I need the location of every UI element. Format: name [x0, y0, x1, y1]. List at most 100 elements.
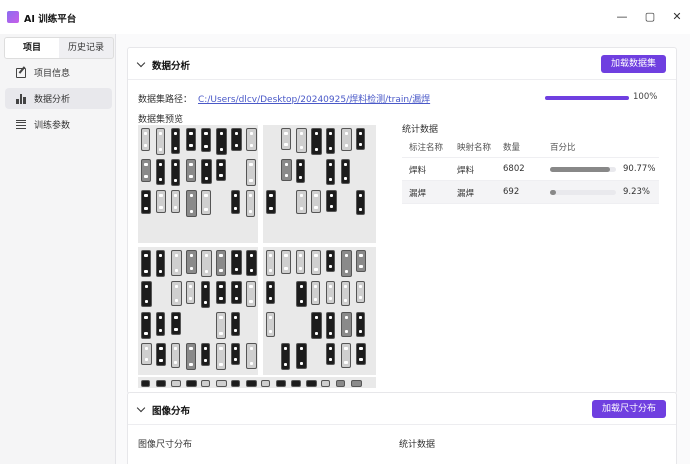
- bar-chart-icon: [16, 93, 27, 104]
- component-chip: [326, 128, 335, 154]
- component-chip: [171, 128, 180, 154]
- component-chip: [231, 190, 240, 214]
- component-chip: [171, 190, 180, 213]
- component-chip: [266, 250, 275, 276]
- component-chip: [216, 312, 226, 339]
- component-chip: [156, 380, 166, 387]
- component-chip: [186, 128, 196, 151]
- distribution-stats-label: 统计数据: [399, 440, 436, 450]
- component-chip: [171, 380, 181, 387]
- tab-project[interactable]: 项目: [5, 38, 59, 58]
- component-chip: [141, 190, 151, 214]
- component-chip: [201, 128, 211, 152]
- component-chip: [141, 312, 151, 339]
- dataset-path-label: 数据集路径：: [138, 95, 193, 105]
- component-chip: [171, 250, 182, 276]
- app-title: AI 训练平台: [24, 14, 77, 25]
- chevron-down-icon[interactable]: [136, 58, 146, 68]
- component-chip: [246, 128, 257, 151]
- component-chip: [156, 159, 165, 185]
- load-progress-bar: [545, 96, 629, 100]
- sidebar-item-data-analysis[interactable]: 数据分析: [5, 88, 112, 109]
- component-chip: [351, 380, 362, 387]
- component-chip: [261, 380, 270, 387]
- component-chip: [341, 281, 350, 306]
- component-chip: [321, 380, 330, 387]
- component-chip: [291, 380, 301, 387]
- component-chip: [231, 312, 240, 336]
- component-chip: [281, 128, 291, 150]
- dataset-preview-image: [138, 125, 376, 388]
- component-chip: [281, 343, 290, 370]
- component-chip: [141, 380, 150, 387]
- tab-history[interactable]: 历史记录: [59, 38, 113, 58]
- sidebar-item-label: 项目信息: [34, 69, 71, 79]
- dataset-path-row: 数据集路径： C:/Users/dlcv/Desktop/20240925/焊料检…: [138, 92, 430, 105]
- table-row[interactable]: 漏焊 漏焊 692 9.23%: [402, 181, 659, 204]
- component-chip: [231, 128, 242, 151]
- component-chip: [231, 380, 240, 387]
- component-chip: [341, 159, 350, 184]
- component-chip: [356, 343, 366, 365]
- component-chip: [156, 128, 165, 155]
- sidebar-item-project-info[interactable]: 项目信息: [5, 62, 112, 83]
- component-chip: [186, 250, 197, 274]
- component-chip: [216, 343, 226, 370]
- main-content: 数据分析 加载数据集 数据集路径： C:/Users/dlcv/Desktop/2…: [116, 34, 690, 464]
- component-chip: [186, 281, 195, 304]
- app-logo-icon: [7, 11, 19, 23]
- panel-header[interactable]: 图像分布 加载尺寸分布: [128, 393, 676, 425]
- component-chip: [326, 343, 335, 365]
- component-chip: [246, 159, 256, 186]
- component-chip: [281, 159, 292, 181]
- component-chip: [216, 281, 226, 304]
- table-row[interactable]: 焊料 焊料 6802 90.77%: [402, 158, 659, 181]
- progress-fill: [545, 96, 629, 100]
- panel-title: 数据分析: [152, 61, 191, 72]
- sidebar-item-train-params[interactable]: 训练参数: [5, 114, 112, 135]
- column-header: 数量: [503, 143, 521, 153]
- percent-bar: [550, 167, 616, 172]
- component-chip: [171, 159, 180, 186]
- label-name: 焊料: [409, 166, 427, 176]
- progress-text: 100%: [633, 92, 658, 102]
- component-chip: [296, 159, 305, 183]
- component-chip: [326, 159, 335, 185]
- component-chip: [141, 128, 150, 151]
- maximize-icon[interactable]: ▢: [641, 8, 659, 26]
- component-chip: [326, 281, 335, 304]
- dataset-path-link[interactable]: C:/Users/dlcv/Desktop/20240925/焊料检测/trai…: [198, 95, 430, 105]
- component-chip: [141, 281, 152, 307]
- load-dataset-button[interactable]: 加载数据集: [600, 55, 666, 73]
- component-chip: [216, 380, 227, 387]
- load-size-distribution-button[interactable]: 加载尺寸分布: [591, 400, 666, 418]
- chevron-down-icon[interactable]: [136, 403, 146, 413]
- component-chip: [356, 281, 365, 303]
- component-chip: [311, 190, 321, 213]
- component-chip: [231, 281, 242, 304]
- component-chip: [246, 380, 257, 387]
- component-chip: [306, 380, 317, 387]
- component-chip: [341, 343, 351, 368]
- component-chip: [171, 281, 182, 306]
- panel-title: 图像分布: [152, 406, 191, 417]
- component-chip: [216, 159, 226, 181]
- size-distribution-label: 图像尺寸分布: [138, 440, 193, 450]
- component-chip: [186, 343, 196, 370]
- component-chip: [141, 250, 151, 277]
- close-icon[interactable]: ✕: [668, 8, 686, 26]
- label-name: 漏焊: [409, 189, 427, 199]
- component-chip: [156, 190, 166, 213]
- component-chip: [341, 250, 352, 277]
- panel-header[interactable]: 数据分析 加载数据集: [128, 48, 676, 80]
- percent-bar: [550, 190, 616, 195]
- minimize-icon[interactable]: —: [613, 8, 631, 26]
- component-chip: [336, 380, 345, 387]
- component-chip: [246, 190, 255, 217]
- component-chip: [326, 190, 337, 212]
- sliders-icon: [16, 119, 26, 130]
- component-chip: [141, 159, 151, 182]
- component-chip: [156, 343, 166, 366]
- mapped-name: 焊料: [457, 166, 475, 176]
- component-chip: [246, 281, 256, 307]
